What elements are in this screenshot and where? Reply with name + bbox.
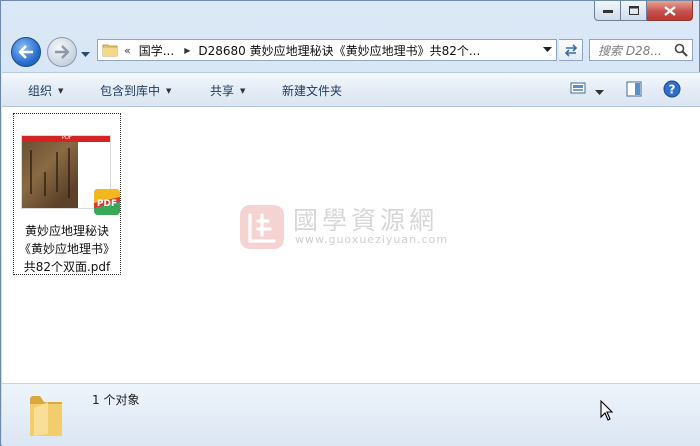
watermark-url: www.guoxueziyuan.com: [295, 233, 449, 246]
recent-pages-dropdown[interactable]: [81, 47, 90, 61]
close-icon: [663, 5, 676, 16]
refresh-button[interactable]: [559, 39, 583, 61]
share-menu[interactable]: 共享 ▼: [210, 82, 245, 99]
watermark-seal-icon: [240, 205, 284, 249]
help-button[interactable]: ?: [663, 80, 681, 101]
minimize-button[interactable]: [594, 1, 621, 21]
organize-menu[interactable]: 组织 ▼: [28, 82, 63, 99]
address-bar[interactable]: « 国学... ▶ D28680 黄妙应地理秘诀《黄妙应地理书》共82个...: [97, 39, 557, 61]
mouse-cursor-icon: [600, 400, 614, 421]
back-button[interactable]: [11, 37, 41, 67]
search-placeholder: 搜索 D28...: [598, 43, 662, 58]
command-bar: 组织 ▼ 包含到库中 ▼ 共享 ▼ 新建文件夹 ?: [2, 72, 700, 107]
maximize-button[interactable]: [621, 1, 647, 21]
scanned-page-image: [22, 142, 78, 208]
address-overflow-chevron[interactable]: «: [124, 44, 131, 57]
refresh-icon: [564, 44, 577, 57]
new-folder-label: 新建文件夹: [282, 84, 343, 98]
breadcrumb-item-1[interactable]: D28680 黄妙应地理秘诀《黄妙应地理书》共82个...: [198, 42, 480, 59]
preview-pane-button[interactable]: [626, 81, 642, 100]
search-input[interactable]: 搜索 D28...: [589, 39, 693, 61]
change-view-button[interactable]: [570, 81, 586, 98]
svg-text:PDF: PDF: [97, 199, 117, 209]
file-name[interactable]: 黄妙应地理秘诀《黄妙应地理书》共82个双面.pdf: [14, 222, 120, 276]
details-pane: 1 个对象: [2, 383, 700, 446]
explorer-window: « 国学... ▶ D28680 黄妙应地理秘诀《黄妙应地理书》共82个... …: [0, 0, 700, 446]
search-icon[interactable]: [674, 43, 688, 57]
file-list-pane[interactable]: PDF PDF 黄妙应地理秘诀《黄妙应地理书》共82个双面.pdf 國學資源網 …: [2, 107, 700, 383]
minimize-icon: [602, 9, 613, 13]
folder-icon: [102, 44, 118, 57]
chevron-down-icon: ▼: [240, 86, 246, 95]
new-folder-button[interactable]: 新建文件夹: [282, 82, 342, 99]
arrow-left-icon: [18, 45, 33, 59]
share-label: 共享: [210, 84, 235, 98]
item-count: 1 个对象: [92, 393, 140, 407]
chevron-down-icon: ▼: [166, 86, 172, 95]
organize-label: 组织: [28, 84, 53, 98]
watermark: 國學資源網 www.guoxueziyuan.com: [238, 201, 478, 251]
chevron-down-icon: [595, 90, 604, 95]
folder-icon: [30, 396, 62, 436]
close-button[interactable]: [647, 1, 693, 21]
address-dropdown-icon[interactable]: [543, 47, 552, 53]
caption-buttons: [594, 1, 693, 21]
maximize-icon: [628, 6, 639, 15]
arrow-right-icon: [55, 45, 70, 59]
watermark-title: 國學資源網: [293, 206, 439, 235]
view-options-dropdown[interactable]: [595, 85, 604, 99]
pdf-file-icon: PDF: [94, 189, 120, 215]
pdf-thumbnail-label: PDF: [62, 135, 72, 141]
include-in-library-label: 包含到库中: [100, 84, 161, 98]
chevron-down-icon: ▼: [58, 86, 64, 95]
chevron-down-icon: [81, 52, 90, 57]
breadcrumb-separator-icon[interactable]: ▶: [184, 46, 190, 55]
file-item[interactable]: PDF PDF 黄妙应地理秘诀《黄妙应地理书》共82个双面.pdf: [13, 113, 121, 275]
view-icon: [570, 82, 586, 94]
preview-pane-icon: [626, 81, 642, 97]
help-icon: ?: [663, 80, 681, 98]
include-in-library-menu[interactable]: 包含到库中 ▼: [100, 82, 171, 99]
breadcrumb-item-0[interactable]: 国学...: [139, 42, 174, 59]
svg-text:?: ?: [669, 83, 676, 97]
forward-button[interactable]: [47, 37, 77, 67]
